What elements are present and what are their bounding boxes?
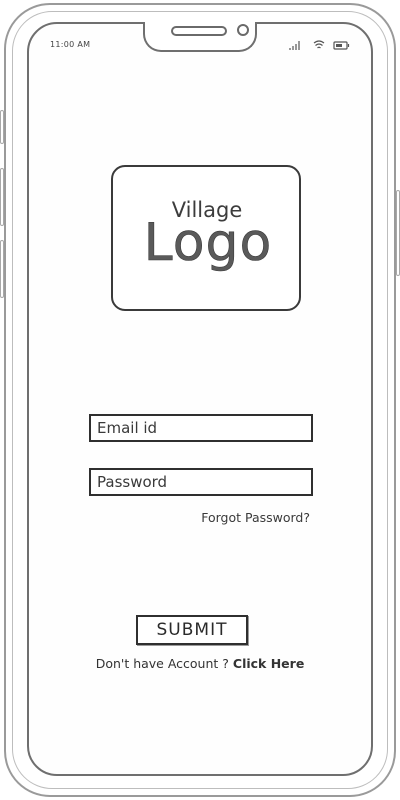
front-camera: [237, 24, 249, 36]
forgot-password-link[interactable]: Forgot Password?: [201, 510, 310, 525]
app-canvas: 11:00 AM Village Logo Forgot Password? S…: [0, 0, 400, 800]
signup-prompt-row: Don't have Account ? Click Here: [60, 656, 340, 671]
signal-icon: [289, 41, 300, 50]
speaker-grille: [171, 26, 227, 36]
status-time: 11:00 AM: [50, 40, 91, 49]
silent-switch: [0, 110, 4, 144]
battery-icon: [333, 41, 350, 50]
password-field[interactable]: [89, 468, 313, 496]
email-field[interactable]: [89, 414, 313, 442]
power-button: [396, 190, 400, 276]
submit-button[interactable]: SUBMIT: [136, 615, 248, 645]
logo-title-large: Logo: [143, 213, 273, 274]
volume-down-button: [0, 240, 4, 298]
signup-prompt-text: Don't have Account ?: [95, 656, 229, 671]
wifi-icon: [313, 40, 325, 49]
status-icons: [289, 40, 350, 50]
village-logo: Village Logo: [111, 165, 301, 311]
signup-link[interactable]: Click Here: [233, 656, 304, 671]
volume-up-button: [0, 168, 4, 226]
